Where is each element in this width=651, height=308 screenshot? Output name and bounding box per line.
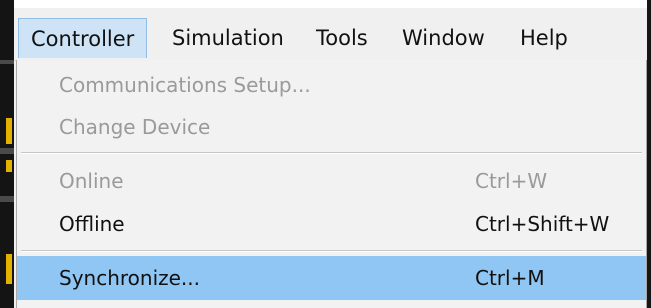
menu-window[interactable]: Window	[402, 18, 485, 58]
left-edge	[0, 0, 14, 308]
menu-item-label: Synchronize...	[59, 266, 201, 290]
left-edge-gap	[0, 148, 14, 154]
controller-dropdown-menu: Communications Setup... Change Device On…	[16, 60, 647, 308]
menu-item-shortcut: Ctrl+W	[475, 169, 548, 193]
menu-item-change-device[interactable]: Change Device	[17, 106, 646, 148]
menu-help[interactable]: Help	[520, 18, 568, 58]
right-edge	[647, 0, 651, 308]
menu-item-offline[interactable]: Offline Ctrl+Shift+W	[17, 203, 646, 245]
menu-item-label: Online	[59, 169, 124, 193]
left-edge-gap	[0, 196, 14, 202]
menu-item-shortcut: Ctrl+Shift+W	[475, 212, 610, 236]
menu-item-synchronize[interactable]: Synchronize... Ctrl+M	[17, 256, 646, 300]
left-edge-accent	[6, 118, 12, 144]
top-edge	[0, 0, 651, 8]
menu-bar: Controller Simulation Tools Window Help	[14, 8, 647, 61]
menu-item-label: Offline	[59, 212, 125, 236]
menu-tools[interactable]: Tools	[316, 18, 368, 58]
menu-item-label: Communications Setup...	[59, 73, 311, 97]
menu-separator	[21, 152, 642, 154]
menu-item-label: Change Device	[59, 115, 211, 139]
menu-item-shortcut: Ctrl+M	[475, 266, 545, 290]
menu-simulation[interactable]: Simulation	[172, 18, 284, 58]
left-edge-accent	[6, 160, 12, 172]
menu-separator	[21, 250, 642, 252]
menu-item-communications-setup[interactable]: Communications Setup...	[17, 64, 646, 106]
left-edge-accent	[6, 254, 12, 284]
left-edge-gap	[0, 60, 14, 64]
menu-item-online[interactable]: Online Ctrl+W	[17, 160, 646, 202]
menu-controller[interactable]: Controller	[18, 18, 148, 58]
